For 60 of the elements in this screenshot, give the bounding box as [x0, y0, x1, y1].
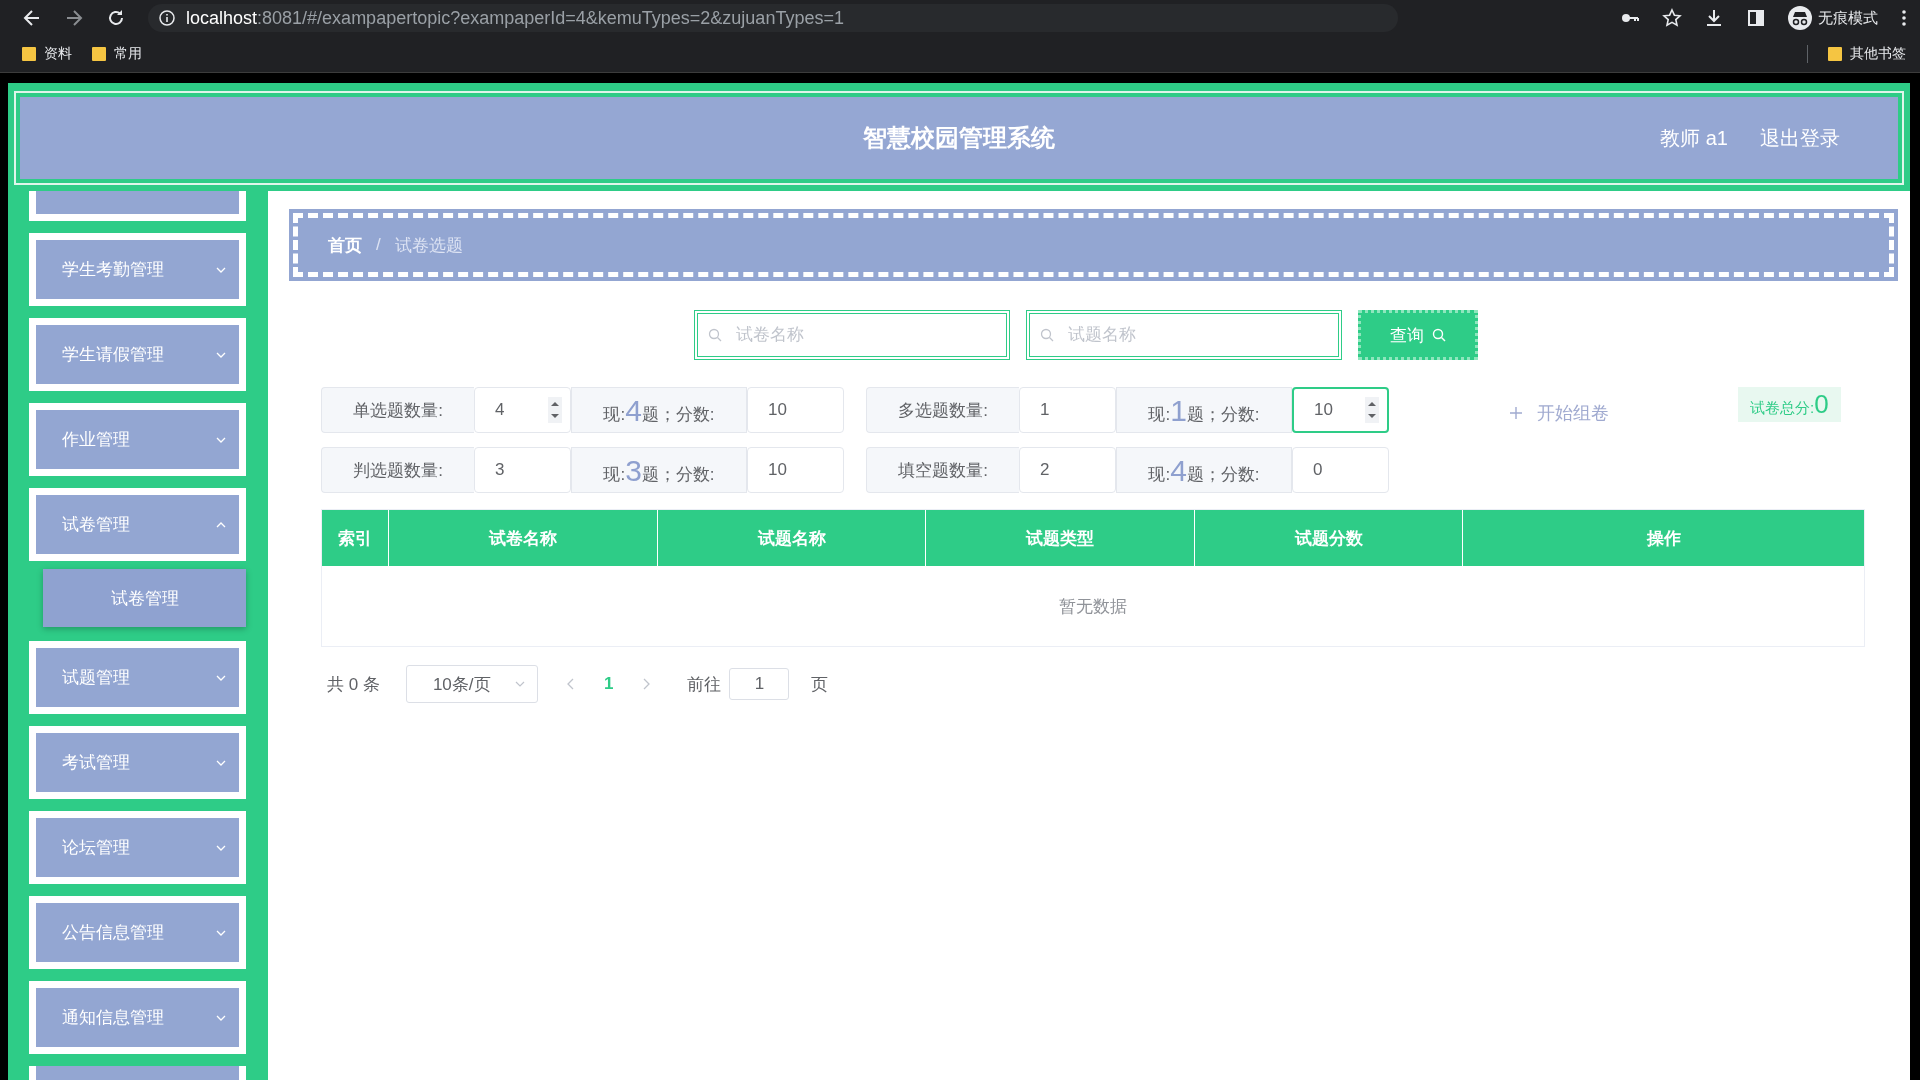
bookmark[interactable]: 常用 — [92, 45, 142, 63]
total-score-badge: 试卷总分:0 — [1738, 387, 1841, 422]
column-header: 试题分数 — [1195, 510, 1463, 566]
side-panel-icon[interactable] — [1746, 8, 1766, 28]
folder-icon — [1828, 46, 1842, 62]
number-field[interactable]: 3 — [474, 447, 571, 493]
field-label: 判选题数量: — [321, 447, 474, 493]
number-field[interactable]: 0 — [1292, 447, 1389, 493]
field-label: 填空题数量: — [866, 447, 1019, 493]
question-count-text: 现:3题；分数: — [571, 447, 747, 493]
question-count-text: 现:4题；分数: — [1116, 447, 1292, 493]
question-count-text: 现:1题；分数: — [1116, 387, 1292, 433]
page-suffix: 页 — [811, 673, 829, 696]
page-size-select[interactable]: 10条/页 — [405, 665, 538, 703]
search-icon — [1040, 328, 1054, 342]
field-label: 多选题数量: — [866, 387, 1019, 433]
number-field[interactable]: 4 — [474, 387, 571, 433]
caret-icon — [514, 680, 525, 688]
column-header: 试题类型 — [926, 510, 1195, 566]
breadcrumb-item: 试卷选题 — [394, 234, 463, 257]
column-header: 索引 — [322, 510, 389, 566]
field-label: 单选题数量: — [321, 387, 474, 433]
user-name: 教师 a1 — [1660, 125, 1728, 151]
plus-icon — [1509, 406, 1523, 420]
url-text: localhost:8081/#/exampapertopic?exampaperId=4&kemuTypes=2&zujuanTypes=1 — [186, 7, 844, 29]
menu-icon[interactable] — [1900, 8, 1908, 28]
total-count: 共 0 条 — [327, 673, 380, 696]
star-icon[interactable] — [1662, 8, 1682, 28]
incognito-icon — [1788, 6, 1812, 30]
folder-icon — [22, 46, 36, 62]
bookmark[interactable]: 资料 — [22, 45, 72, 63]
reload-icon[interactable] — [106, 8, 126, 28]
column-header: 试题名称 — [658, 510, 926, 566]
question-count-text: 现:4题；分数: — [571, 387, 747, 433]
profile-button[interactable]: 无痕模式 — [1788, 6, 1878, 30]
folder-icon — [92, 46, 106, 62]
number-field[interactable]: 2 — [1019, 447, 1116, 493]
stepper-icon[interactable] — [1365, 397, 1379, 423]
info-icon[interactable] — [158, 9, 176, 27]
address-bar[interactable]: localhost:8081/#/exampapertopic?exampaperId=4&kemuTypes=2&zujuanTypes=1 — [148, 4, 1398, 32]
column-header: 操作 — [1645, 527, 1682, 550]
app-title: 智慧校园管理系统 — [863, 123, 1055, 153]
column-header: 试卷名称 — [389, 510, 658, 566]
download-icon[interactable] — [1704, 8, 1724, 28]
number-field[interactable]: 10 — [1292, 387, 1389, 433]
bookmark[interactable]: 其他书签 — [1828, 45, 1906, 63]
stepper-icon[interactable] — [548, 397, 562, 423]
search-field[interactable]: 试卷名称 — [694, 310, 1010, 360]
search-icon — [1432, 328, 1446, 342]
search-icon — [708, 328, 722, 342]
search-field[interactable]: 试题名称 — [1026, 310, 1342, 360]
number-field[interactable]: 10 — [747, 387, 844, 433]
forward-icon[interactable] — [64, 8, 84, 28]
empty-text: 暂无数据 — [1059, 595, 1127, 618]
number-field[interactable]: 10 — [747, 447, 844, 493]
back-icon[interactable] — [22, 8, 42, 28]
number-field[interactable]: 1 — [1019, 387, 1116, 433]
breadcrumb-separator: / — [376, 235, 381, 255]
page-input[interactable]: 1 — [729, 668, 790, 700]
goto-label: 前往 — [687, 673, 722, 696]
